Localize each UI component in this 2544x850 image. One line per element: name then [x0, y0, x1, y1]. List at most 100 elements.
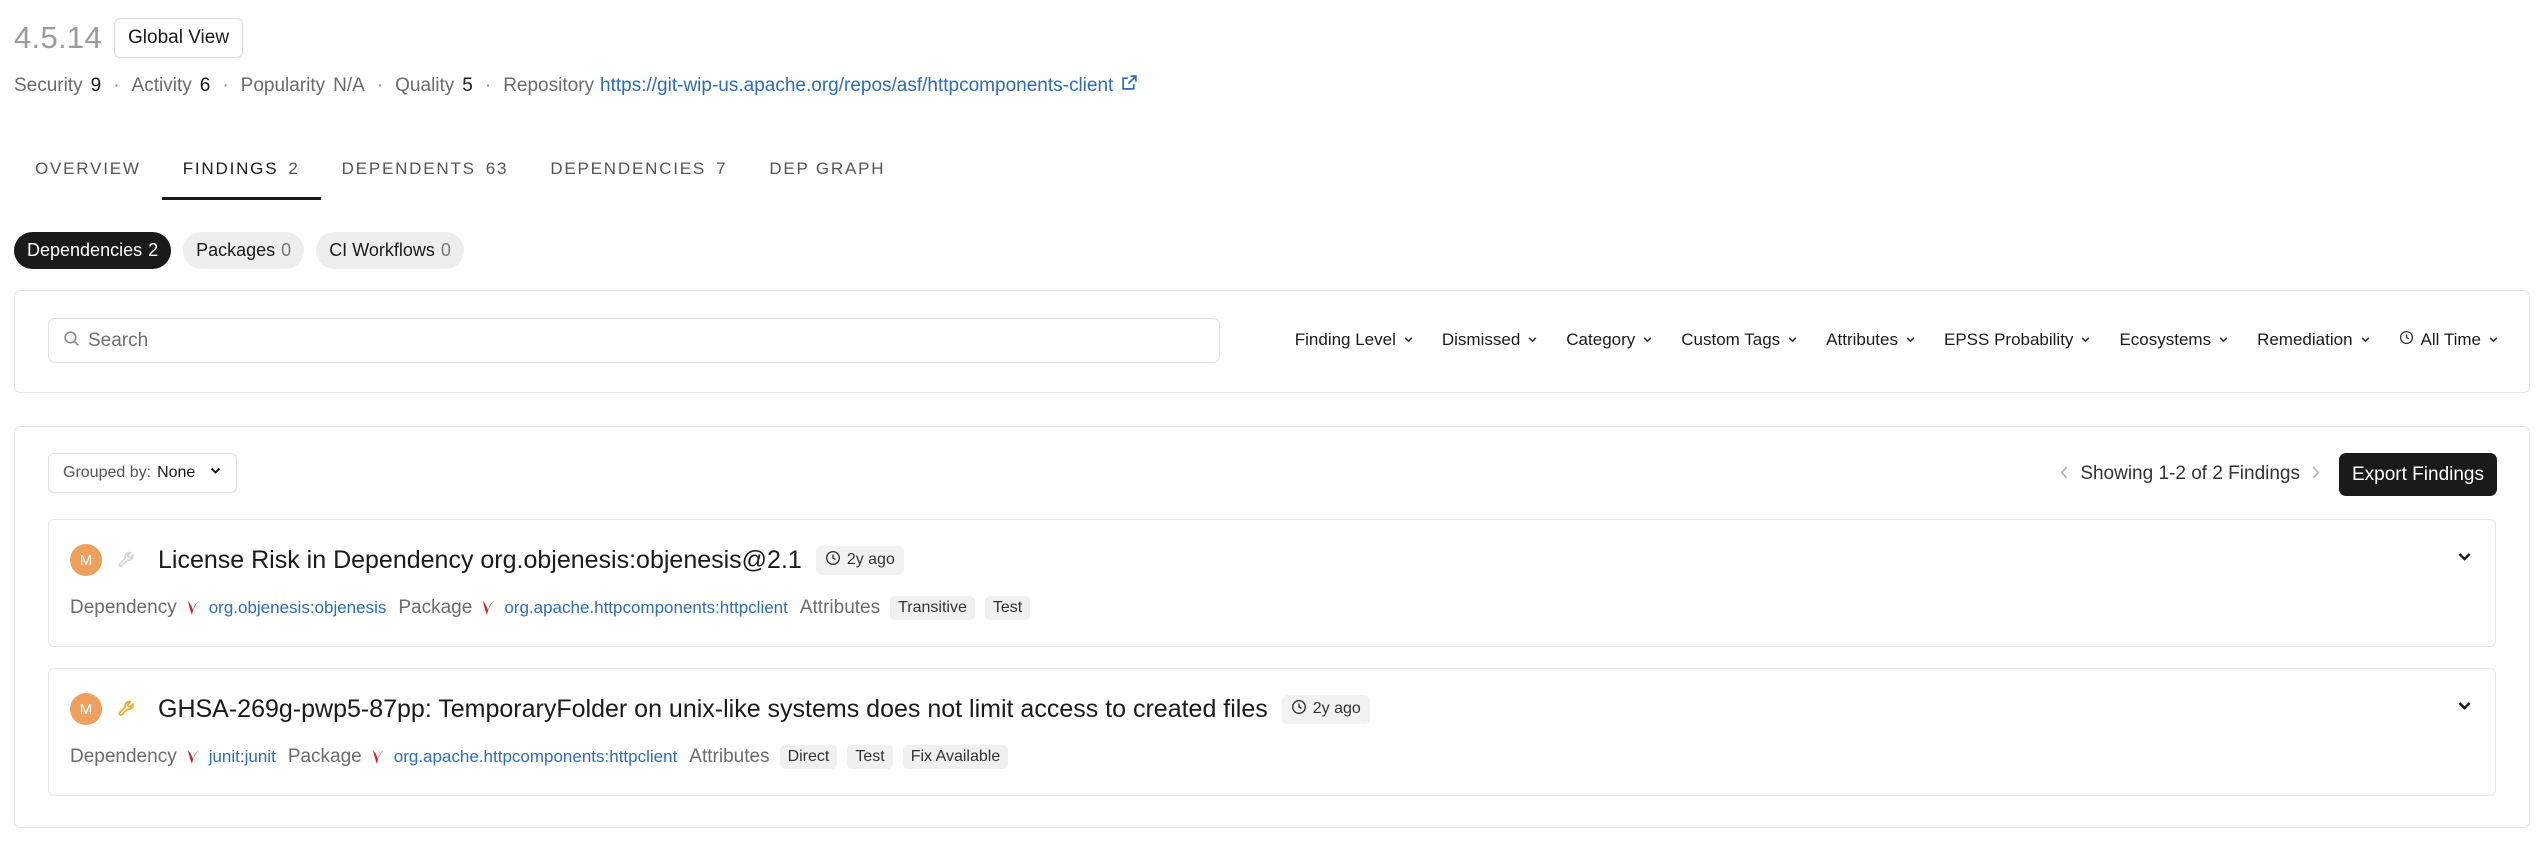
search-placeholder: Search	[88, 329, 149, 351]
clock-icon	[2399, 330, 2414, 350]
package-link[interactable]: org.apache.httpcomponents:httpclient	[394, 747, 678, 767]
package-label: Package	[398, 597, 473, 618]
filter-label: Custom Tags	[1681, 330, 1781, 349]
finding-details: Dependency org.objenesis:objenesis Packa…	[70, 596, 1040, 620]
pagination-text: Showing 1-2 of 2 Findings	[2080, 463, 2300, 484]
filter-epss-probability[interactable]: EPSS Probability	[1934, 324, 2101, 356]
pill-packages[interactable]: Packages 0	[183, 232, 305, 269]
wrench-icon	[116, 698, 138, 720]
chevron-down-icon	[2218, 330, 2229, 350]
attribute-chip: Direct	[779, 745, 838, 769]
filter-label: Ecosystems	[2119, 330, 2212, 349]
chevron-right-icon[interactable]	[2310, 463, 2321, 485]
filter-time-range[interactable]: All Time	[2389, 324, 2509, 356]
finding-title[interactable]: GHSA-269g-pwp5-87pp: TemporaryFolder on …	[158, 695, 1268, 724]
global-view-button[interactable]: Global View	[114, 18, 244, 58]
version-label: 4.5.14	[14, 20, 102, 55]
tab-overview[interactable]: OVERVIEW	[14, 145, 162, 200]
chevron-down-icon	[209, 464, 222, 482]
filter-ecosystems[interactable]: Ecosystems	[2109, 324, 2239, 356]
search-input[interactable]: Search	[48, 318, 1220, 363]
chevron-left-icon[interactable]	[2059, 463, 2070, 485]
expand-chevron-icon[interactable]	[2456, 548, 2473, 570]
chevron-down-icon	[1403, 330, 1414, 350]
tab-count: 2	[288, 159, 300, 178]
chevron-down-icon	[2360, 330, 2371, 350]
filter-attributes[interactable]: Attributes	[1816, 324, 1926, 356]
activity-score: 6	[199, 74, 211, 96]
chevron-down-icon	[1527, 330, 1538, 350]
metrics-row: Security 9 · Activity 6 · Popularity N/A…	[14, 74, 1138, 97]
separator: ·	[113, 74, 120, 96]
attribute-chip: Fix Available	[902, 745, 1009, 769]
filter-custom-tags[interactable]: Custom Tags	[1671, 324, 1808, 356]
finding-header: M GHSA-269g-pwp5-87pp: TemporaryFolder o…	[70, 693, 1370, 725]
severity-avatar: M	[70, 693, 102, 725]
maven-icon	[370, 748, 386, 766]
age-badge: 2y ago	[1281, 694, 1370, 724]
clock-icon	[825, 550, 841, 571]
tab-count: 7	[716, 159, 728, 178]
tab-dependencies[interactable]: DEPENDENCIES 7	[529, 145, 748, 200]
chevron-down-icon	[1905, 330, 1916, 350]
separator: ·	[222, 74, 229, 96]
pill-count: 0	[440, 240, 451, 260]
activity-label: Activity	[131, 74, 192, 96]
filter-label: Attributes	[1826, 330, 1898, 349]
group-by-select[interactable]: Grouped by: None	[48, 453, 238, 493]
chevron-down-icon	[2488, 330, 2499, 350]
maven-icon	[185, 748, 201, 766]
pill-dependencies[interactable]: Dependencies 2	[14, 232, 172, 269]
filter-category[interactable]: Category	[1556, 324, 1663, 356]
popularity-label: Popularity	[240, 74, 326, 96]
maven-icon	[185, 599, 201, 617]
repository-link[interactable]: https://git-wip-us.apache.org/repos/asf/…	[600, 75, 1113, 97]
finding-row[interactable]: M License Risk in Dependency org.objenes…	[48, 519, 2496, 647]
tab-dep-graph[interactable]: DEP GRAPH	[748, 145, 906, 200]
page-header: 4.5.14 Global View	[14, 18, 244, 58]
finding-details: Dependency junit:junit Package org.apach…	[70, 745, 1018, 769]
tab-label: FINDINGS	[182, 159, 279, 178]
finding-title[interactable]: License Risk in Dependency org.objenesis…	[158, 546, 802, 575]
finding-row[interactable]: M GHSA-269g-pwp5-87pp: TemporaryFolder o…	[48, 668, 2496, 796]
wrench-icon	[116, 549, 138, 571]
dependency-link[interactable]: org.objenesis:objenesis	[209, 598, 387, 618]
export-findings-button[interactable]: Export Findings	[2338, 453, 2497, 496]
pill-count: 2	[148, 240, 159, 260]
filter-finding-level[interactable]: Finding Level	[1285, 324, 1424, 356]
tab-dependents[interactable]: DEPENDENTS 63	[321, 145, 530, 200]
quality-score: 5	[462, 74, 473, 96]
tab-label: DEP GRAPH	[769, 159, 886, 178]
age-badge: 2y ago	[815, 545, 904, 575]
dependency-link[interactable]: junit:junit	[209, 747, 276, 767]
package-link[interactable]: org.apache.httpcomponents:httpclient	[504, 598, 788, 618]
expand-chevron-icon[interactable]	[2456, 697, 2473, 719]
filter-remediation[interactable]: Remediation	[2247, 324, 2380, 356]
external-link-icon[interactable]	[1121, 74, 1138, 97]
separator: ·	[484, 74, 492, 96]
tab-findings[interactable]: FINDINGS 2	[161, 145, 321, 200]
filter-label: All Time	[2420, 330, 2481, 349]
attributes-label: Attributes	[689, 746, 770, 767]
filter-label: Remediation	[2257, 330, 2353, 349]
age-text: 2y ago	[846, 551, 895, 568]
filter-dismissed[interactable]: Dismissed	[1432, 324, 1548, 356]
filter-label: Dismissed	[1441, 330, 1521, 349]
finding-type-pills: Dependencies 2 Packages 0 CI Workflows 0	[14, 232, 464, 269]
pill-ci-workflows[interactable]: CI Workflows 0	[316, 232, 464, 269]
age-text: 2y ago	[1312, 700, 1361, 717]
quality-label: Quality	[395, 74, 455, 96]
severity-avatar: M	[70, 544, 102, 576]
search-icon	[63, 330, 80, 352]
pill-label: CI Workflows	[329, 240, 435, 260]
dependency-label: Dependency	[70, 746, 177, 767]
attributes-label: Attributes	[799, 597, 881, 618]
security-score: 9	[90, 74, 102, 96]
group-by-label: Grouped by:	[63, 464, 152, 481]
separator: ·	[376, 74, 384, 96]
chevron-down-icon	[2080, 330, 2091, 350]
attribute-chip: Test	[847, 745, 893, 769]
pill-count: 0	[281, 240, 292, 260]
package-label: Package	[287, 746, 362, 767]
filter-label: EPSS Probability	[1943, 330, 2074, 349]
